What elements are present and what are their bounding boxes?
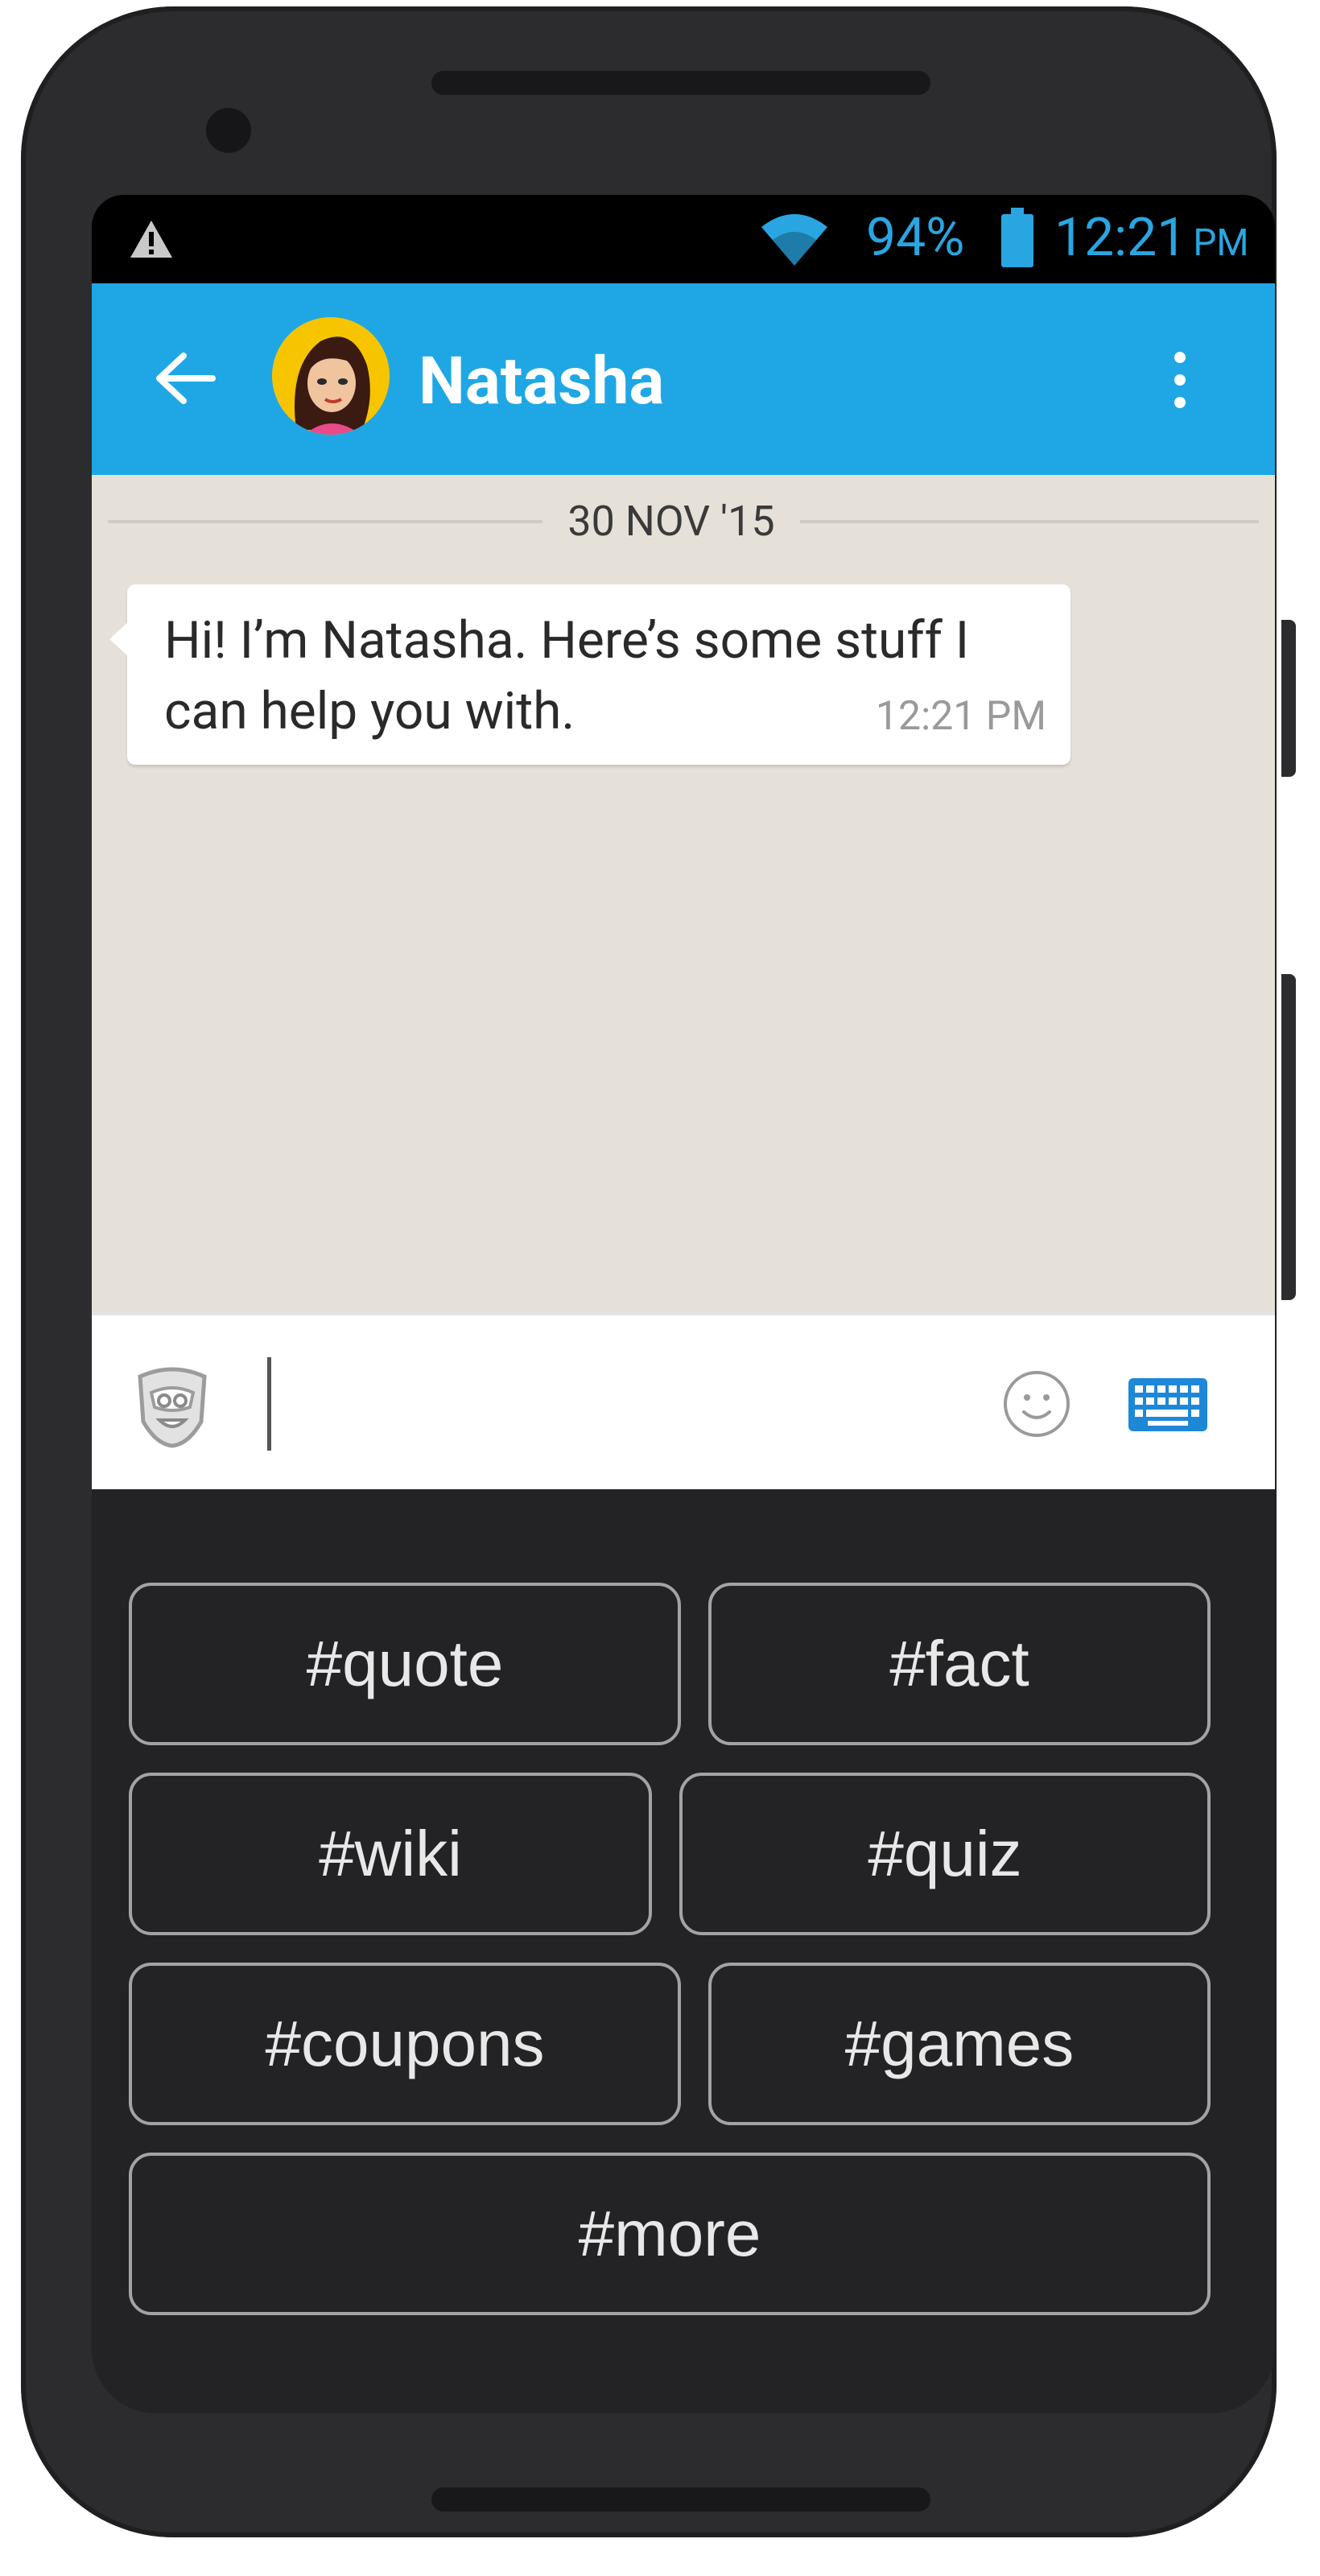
- quick-reply-fact[interactable]: #fact: [708, 1583, 1211, 1745]
- message-input[interactable]: [262, 1357, 1051, 1454]
- quick-reply-wiki[interactable]: #wiki: [129, 1773, 652, 1935]
- date-divider-right: [800, 520, 1259, 523]
- date-separator: 30 NOV '15: [567, 497, 775, 546]
- bottom-speaker: [431, 2487, 930, 2512]
- contact-avatar[interactable]: [272, 317, 390, 435]
- chat-header: Natasha: [92, 283, 1275, 475]
- clock-ampm: PM: [1193, 221, 1249, 265]
- phone-screen: 94% 12:21 PM Natasha 30 NOV '15 Hi! I’m …: [92, 195, 1275, 2413]
- clock-time: 12:21: [1054, 207, 1187, 269]
- message-bubble[interactable]: Hi! I’m Natasha. Here’s some stuff I can…: [109, 584, 1070, 765]
- quick-reply-more[interactable]: #more: [129, 2153, 1211, 2315]
- battery-percentage: 94%: [866, 207, 965, 269]
- keyboard-icon[interactable]: [1128, 1378, 1207, 1431]
- power-button: [1281, 974, 1296, 1300]
- battery-icon: [1001, 208, 1033, 267]
- warning-triangle-icon: [130, 221, 172, 258]
- text-cursor: [267, 1357, 271, 1451]
- arrow-back-icon[interactable]: [153, 349, 217, 407]
- quick-reply-quote[interactable]: #quote: [129, 1583, 681, 1745]
- date-divider-left: [108, 520, 542, 523]
- volume-button: [1281, 620, 1296, 777]
- status-clock: 12:21 PM: [1054, 209, 1249, 272]
- avatar-illustration: [272, 317, 390, 435]
- smiley-icon[interactable]: [1001, 1368, 1072, 1439]
- quick-reply-coupons[interactable]: #coupons: [129, 1963, 681, 2125]
- phone-frame: 94% 12:21 PM Natasha 30 NOV '15 Hi! I’m …: [21, 6, 1277, 2537]
- more-vert-icon[interactable]: [1164, 348, 1196, 412]
- earpiece-speaker: [431, 71, 930, 95]
- status-bar: 94% 12:21 PM: [92, 195, 1275, 283]
- message-composer: [92, 1312, 1275, 1492]
- bot-face-icon[interactable]: [132, 1365, 212, 1449]
- front-camera: [206, 108, 251, 153]
- message-time: 12:21 PM: [875, 693, 1046, 740]
- quick-reply-games[interactable]: #games: [708, 1963, 1211, 2125]
- quick-reply-quiz[interactable]: #quiz: [679, 1773, 1211, 1935]
- wifi-icon: [761, 214, 827, 266]
- quick-reply-panel: #quote #fact #wiki #quiz #coupons #games…: [92, 1489, 1275, 2413]
- chat-area[interactable]: 30 NOV '15 Hi! I’m Natasha. Here’s some …: [92, 475, 1275, 1312]
- bubble-tail: [109, 621, 129, 657]
- contact-name[interactable]: Natasha: [419, 341, 664, 422]
